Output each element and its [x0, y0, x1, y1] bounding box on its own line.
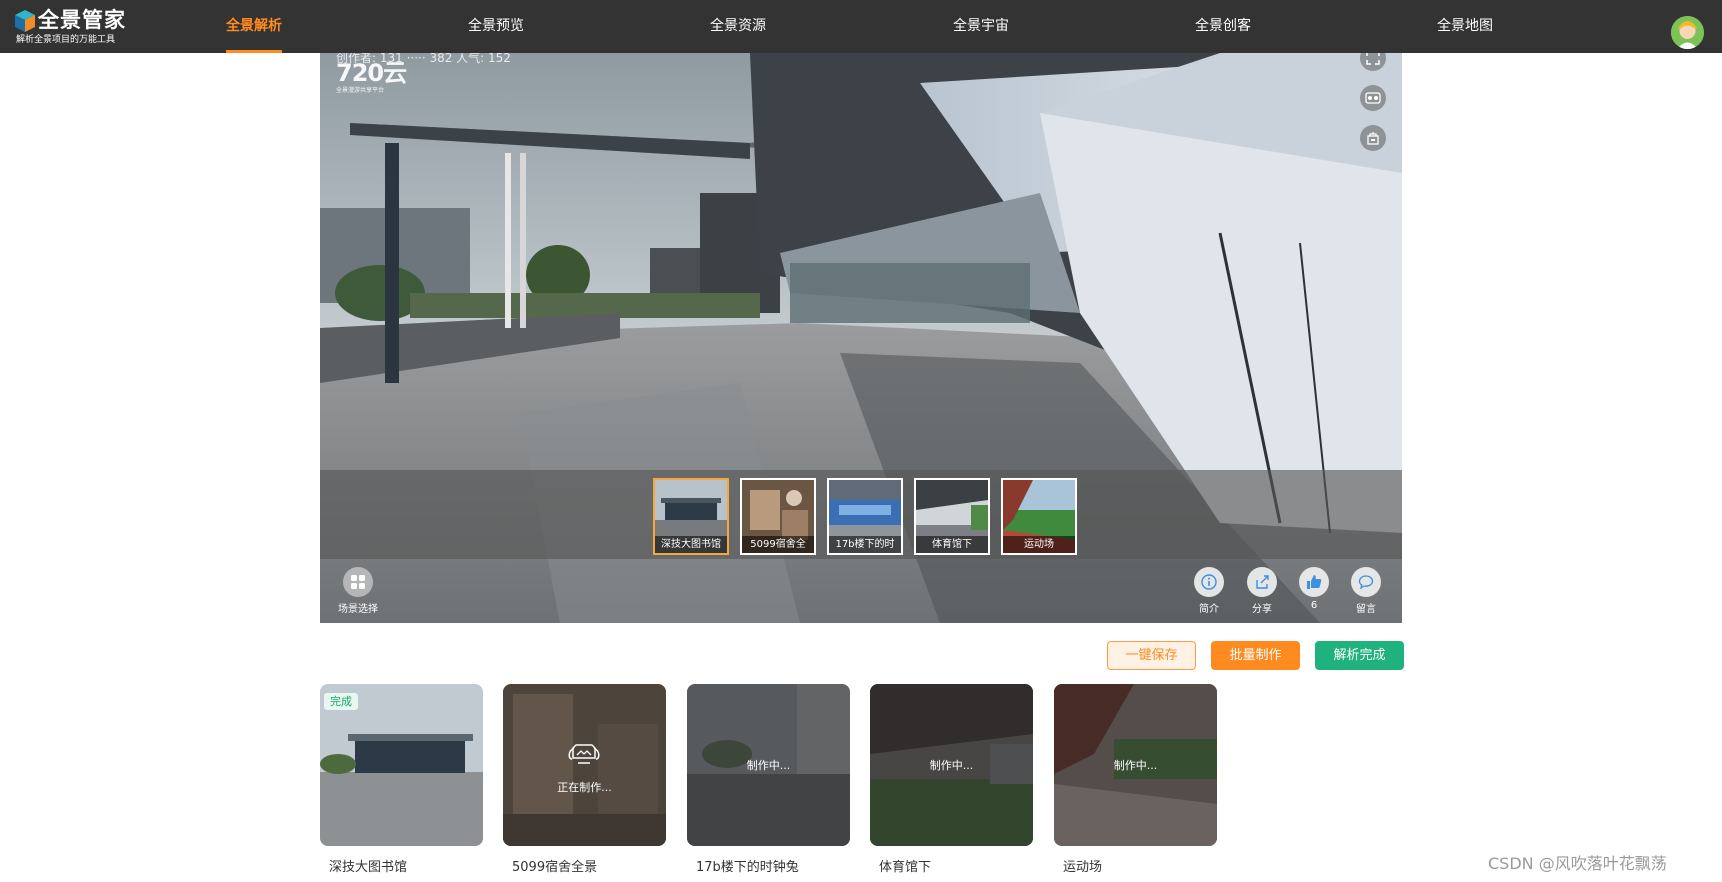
share-icon [1256, 575, 1269, 589]
processing-status: 制作中... [1113, 759, 1158, 772]
scene-card-image[interactable]: 完成 [320, 684, 483, 846]
gyroscope-button[interactable] [1360, 125, 1386, 151]
csdn-watermark: CSDN @风吹落叶花飘荡 [1488, 854, 1667, 873]
nav-item-preview[interactable]: 全景预览 [467, 0, 525, 53]
analysis-complete-button[interactable]: 解析完成 [1315, 641, 1404, 670]
batch-create-button[interactable]: 批量制作 [1211, 641, 1300, 670]
intro-circle[interactable] [1194, 567, 1224, 597]
processing-status: 制作中... [929, 759, 974, 772]
scene-card-image[interactable]: 正在制作... [503, 684, 666, 846]
scene-select-label: 场景选择 [338, 604, 378, 615]
scene-card-title: 深技大图书馆 [329, 860, 408, 875]
vr-mode-button[interactable] [1360, 85, 1386, 111]
scene-card-image[interactable]: 制作中... [870, 684, 1033, 846]
vr-glasses-icon [1365, 92, 1381, 104]
thumbnail-caption: 5099宿舍全 [742, 536, 814, 553]
like-count: 6 [1310, 600, 1318, 611]
thumbnail-caption: 17b楼下的时 [829, 536, 901, 553]
logo-cube-icon [15, 10, 35, 32]
gyroscope-icon [1367, 132, 1379, 145]
share-button[interactable]: 分享 [1240, 567, 1284, 615]
intro-label: 简介 [1199, 604, 1219, 615]
logo-subtitle: 解析全景项目的万能工具 [16, 35, 116, 45]
processing-status: 制作中... [746, 759, 791, 772]
processing-status: 正在制作... [557, 781, 612, 794]
scene-card-title: 体育馆下 [879, 860, 932, 875]
avatar-face-icon [1671, 16, 1704, 49]
brand-watermark-tagline: 全景漫游共享平台 [336, 87, 385, 94]
scene-card-title: 17b楼下的时钟兔 [696, 860, 799, 875]
scene-thumbnail[interactable]: 深技大图书馆 [653, 478, 729, 555]
share-label: 分享 [1252, 604, 1272, 615]
fullscreen-icon [1366, 53, 1380, 65]
panorama-processing-icon [568, 744, 600, 764]
scene-select-button[interactable]: 场景选择 [328, 567, 388, 615]
scene-card[interactable]: 制作中... 17b楼下的时钟兔 [687, 684, 850, 875]
brand-watermark-text: 720云 [336, 59, 407, 87]
app-logo[interactable]: 全景管家 解析全景项目的万能工具 [14, 6, 144, 48]
scene-card-image[interactable]: 制作中... [1054, 684, 1217, 846]
top-navigation-bar: 全景管家 解析全景项目的万能工具 全景解析 全景预览 全景资源 全景宇宙 全景创… [0, 0, 1722, 53]
scene-card[interactable]: 正在制作... 5099宿舍全景 [503, 684, 666, 875]
thumbs-up-icon [1307, 575, 1322, 589]
comment-icon [1358, 575, 1374, 590]
thumbnail-caption: 深技大图书馆 [655, 536, 727, 553]
scene-thumbnail[interactable]: 5099宿舍全 [740, 478, 816, 555]
scene-thumbnail[interactable]: 体育馆下 [914, 478, 990, 555]
one-click-save-button[interactable]: 一键保存 [1107, 641, 1196, 670]
intro-button[interactable]: 简介 [1187, 567, 1231, 615]
scene-card[interactable]: 制作中... 运动场 [1054, 684, 1217, 875]
scene-thumbnail[interactable]: 运动场 [1001, 478, 1077, 555]
share-circle[interactable] [1247, 567, 1277, 597]
scene-card[interactable]: 完成 深技大图书馆 [320, 684, 483, 875]
info-icon [1201, 574, 1217, 590]
logo-title: 全景管家 [38, 8, 126, 32]
user-avatar-icon[interactable] [1671, 16, 1704, 49]
scene-thumbnail[interactable]: 17b楼下的时 [827, 478, 903, 555]
nav-item-universe[interactable]: 全景宇宙 [952, 0, 1010, 53]
panorama-viewer[interactable]: 创作者: 131 ····· 382 人气: 152 720云 全景漫游共享平台… [320, 53, 1402, 623]
comment-button[interactable]: 留言 [1344, 567, 1388, 615]
comment-label: 留言 [1356, 604, 1376, 615]
thumbnail-caption: 体育馆下 [916, 536, 988, 553]
brand-watermark: 720云 全景漫游共享平台 [336, 59, 407, 95]
like-circle[interactable] [1299, 567, 1329, 597]
scene-card-title: 5099宿舍全景 [512, 860, 598, 875]
comment-circle[interactable] [1351, 567, 1381, 597]
nav-item-maker[interactable]: 全景创客 [1194, 0, 1252, 53]
status-badge: 完成 [324, 693, 358, 710]
scene-card-title: 运动场 [1063, 860, 1103, 875]
grid-icon [351, 575, 365, 589]
scene-card-image[interactable]: 制作中... [687, 684, 850, 846]
scene-select-circle[interactable] [343, 567, 373, 597]
nav-item-resources[interactable]: 全景资源 [709, 0, 767, 53]
like-button[interactable]: 6 [1292, 567, 1336, 611]
thumbnail-caption: 运动场 [1003, 536, 1075, 553]
nav-item-map[interactable]: 全景地图 [1436, 0, 1494, 53]
scene-card[interactable]: 制作中... 体育馆下 [870, 684, 1033, 875]
nav-item-analysis[interactable]: 全景解析 [226, 0, 282, 53]
